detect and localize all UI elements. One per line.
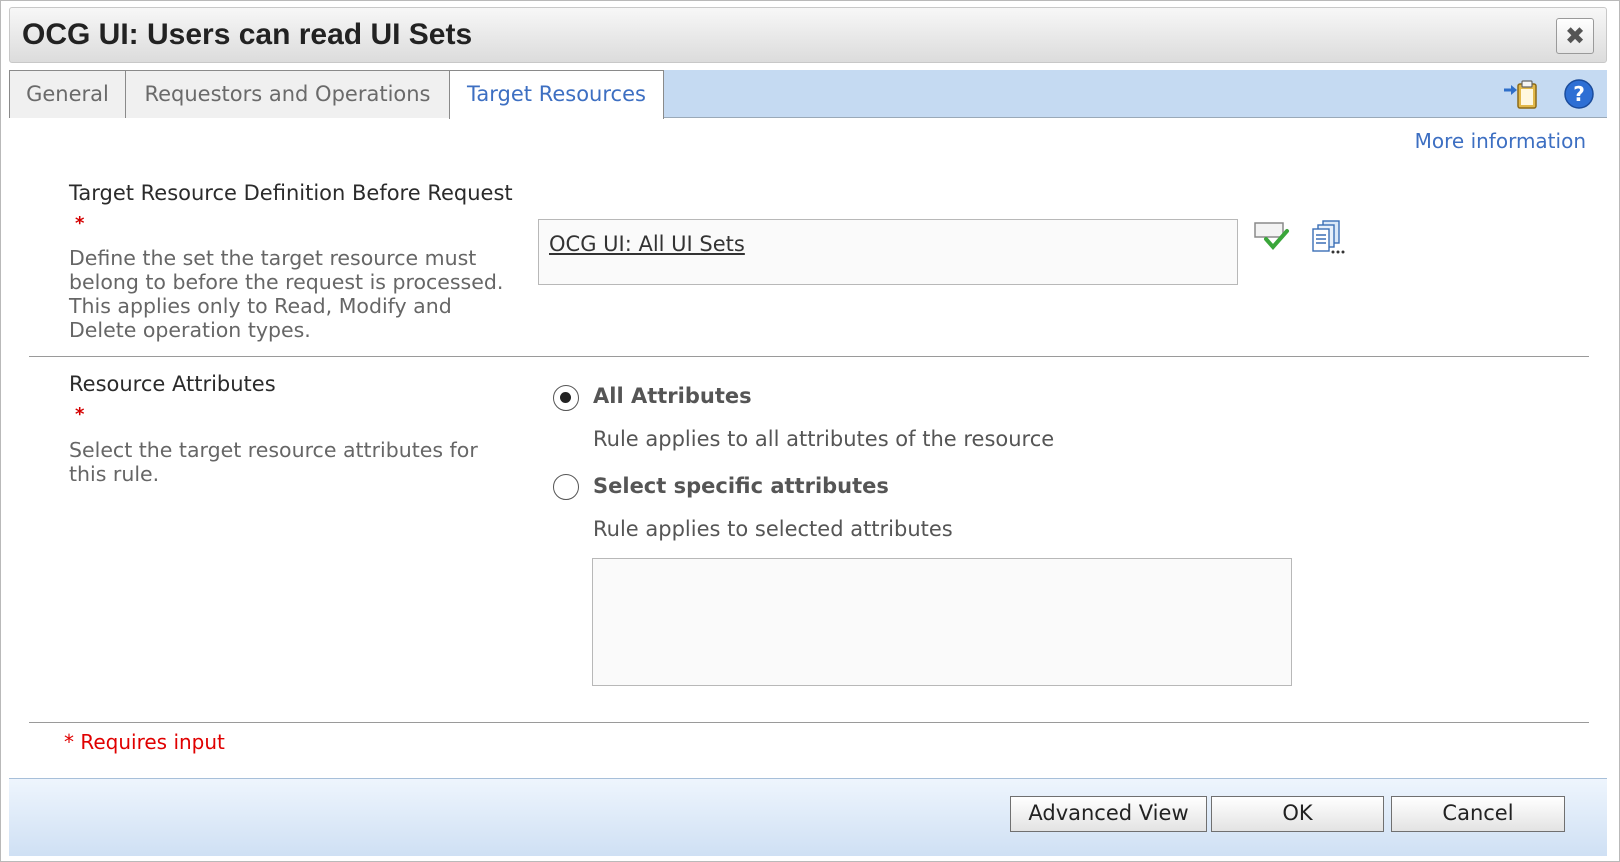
tab-general[interactable]: General bbox=[9, 70, 126, 118]
all-attributes-label[interactable]: All Attributes bbox=[593, 384, 752, 408]
required-marker: * bbox=[75, 213, 85, 234]
footer-bar: Advanced View OK Cancel bbox=[9, 778, 1607, 856]
selected-attributes-list[interactable] bbox=[592, 558, 1292, 686]
target-resource-field[interactable]: OCG UI: All UI Sets bbox=[538, 219, 1238, 285]
required-marker: * bbox=[75, 404, 85, 425]
dialog-window: OCG UI: Users can read UI Sets ✖ General… bbox=[0, 0, 1620, 862]
help-icon[interactable]: ? bbox=[1561, 77, 1597, 111]
tab-target-resources[interactable]: Target Resources bbox=[449, 70, 664, 119]
resource-attributes-label: Resource Attributes bbox=[69, 372, 276, 396]
specific-attributes-description: Rule applies to selected attributes bbox=[593, 517, 953, 541]
requires-input-note: * Requires input bbox=[64, 730, 225, 754]
target-definition-description: Define the set the target resource must … bbox=[69, 246, 504, 342]
validate-icon[interactable] bbox=[1253, 219, 1291, 255]
close-button[interactable]: ✖ bbox=[1556, 18, 1594, 54]
specific-attributes-radio[interactable] bbox=[553, 474, 579, 500]
title-bar: OCG UI: Users can read UI Sets ✖ bbox=[9, 7, 1607, 63]
tab-strip: General Requestors and Operations Target… bbox=[9, 70, 1607, 119]
browse-icon[interactable] bbox=[1309, 219, 1347, 255]
svg-text:?: ? bbox=[1573, 82, 1585, 106]
all-attributes-description: Rule applies to all attributes of the re… bbox=[593, 427, 1055, 451]
specific-attributes-label[interactable]: Select specific attributes bbox=[593, 474, 889, 498]
advanced-view-button[interactable]: Advanced View bbox=[1010, 796, 1207, 832]
resource-attributes-description: Select the target resource attributes fo… bbox=[69, 438, 478, 486]
more-information-link[interactable]: More information bbox=[1415, 129, 1586, 153]
all-attributes-radio[interactable] bbox=[553, 385, 579, 411]
cancel-button[interactable]: Cancel bbox=[1391, 796, 1565, 832]
section-divider bbox=[29, 356, 1589, 357]
target-definition-label: Target Resource Definition Before Reques… bbox=[69, 181, 513, 205]
ok-button[interactable]: OK bbox=[1211, 796, 1384, 832]
tab-requestors-and-operations[interactable]: Requestors and Operations bbox=[125, 70, 450, 118]
paste-to-clipboard-icon[interactable] bbox=[1503, 77, 1539, 111]
section-divider bbox=[29, 722, 1589, 723]
dialog-title: OCG UI: Users can read UI Sets bbox=[22, 18, 473, 51]
target-resource-link[interactable]: OCG UI: All UI Sets bbox=[549, 232, 745, 256]
